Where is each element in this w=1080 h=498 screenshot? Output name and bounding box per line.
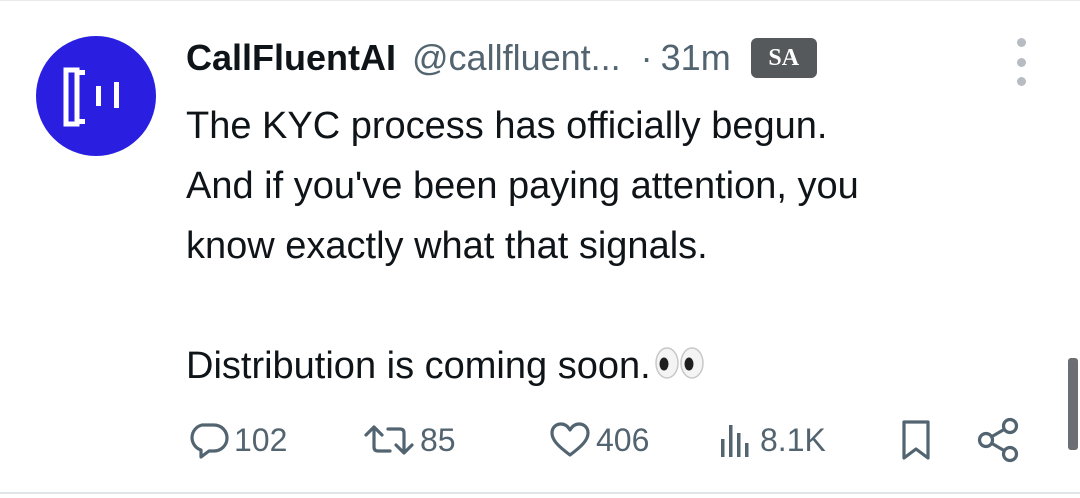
bottom-divider — [0, 492, 1080, 494]
repost-count: 85 — [420, 421, 456, 458]
reply-button[interactable]: 102 — [188, 414, 287, 466]
more-dot — [1016, 77, 1026, 86]
repost-button[interactable]: 85 — [362, 414, 456, 466]
views-button[interactable]: 8.1K — [716, 414, 826, 466]
tweet-line: And if you've been paying attention, you — [186, 165, 859, 207]
bookmark-button[interactable] — [896, 414, 936, 466]
tweet-header: CallFluentAI @callfluent... · 31m SA — [186, 30, 817, 86]
display-name[interactable]: CallFluentAI — [186, 37, 396, 79]
tweet-line: Distribution is coming soon. — [186, 345, 651, 387]
scrollbar-thumb[interactable] — [1068, 358, 1078, 450]
tweet-line-last: Distribution is coming soon. — [186, 336, 1046, 398]
timestamp[interactable]: 31m — [661, 37, 731, 79]
tweet-line: The KYC process has officially begun. — [186, 105, 828, 147]
like-count: 406 — [596, 421, 650, 458]
action-bar: 102 85 406 8.1K — [0, 414, 1080, 466]
tweet-text: The KYC process has officially begun. An… — [186, 96, 1046, 398]
tweet-line: know exactly what that signals. — [186, 225, 708, 267]
like-button[interactable]: 406 — [548, 414, 649, 466]
separator-dot: · — [640, 37, 653, 78]
top-divider — [0, 0, 1080, 1]
views-count: 8.1K — [760, 421, 826, 458]
more-options-button[interactable] — [1008, 38, 1034, 86]
share-button[interactable] — [974, 414, 1024, 466]
eyes-emoji — [654, 338, 705, 398]
repost-icon — [364, 425, 414, 455]
share-icon — [977, 417, 1019, 463]
reply-count: 102 — [234, 421, 288, 458]
bar-chart-icon — [721, 425, 749, 457]
avatar[interactable] — [36, 36, 156, 156]
user-handle[interactable]: @callfluent... — [412, 37, 621, 79]
heart-icon — [550, 422, 590, 457]
more-vertical-icon — [1016, 38, 1026, 47]
speech-bubble-icon — [190, 423, 229, 459]
bookmark-icon — [902, 420, 930, 460]
affiliate-badge[interactable]: SA — [750, 38, 817, 78]
more-dot — [1016, 57, 1026, 67]
callfluent-logo-icon — [63, 67, 119, 127]
